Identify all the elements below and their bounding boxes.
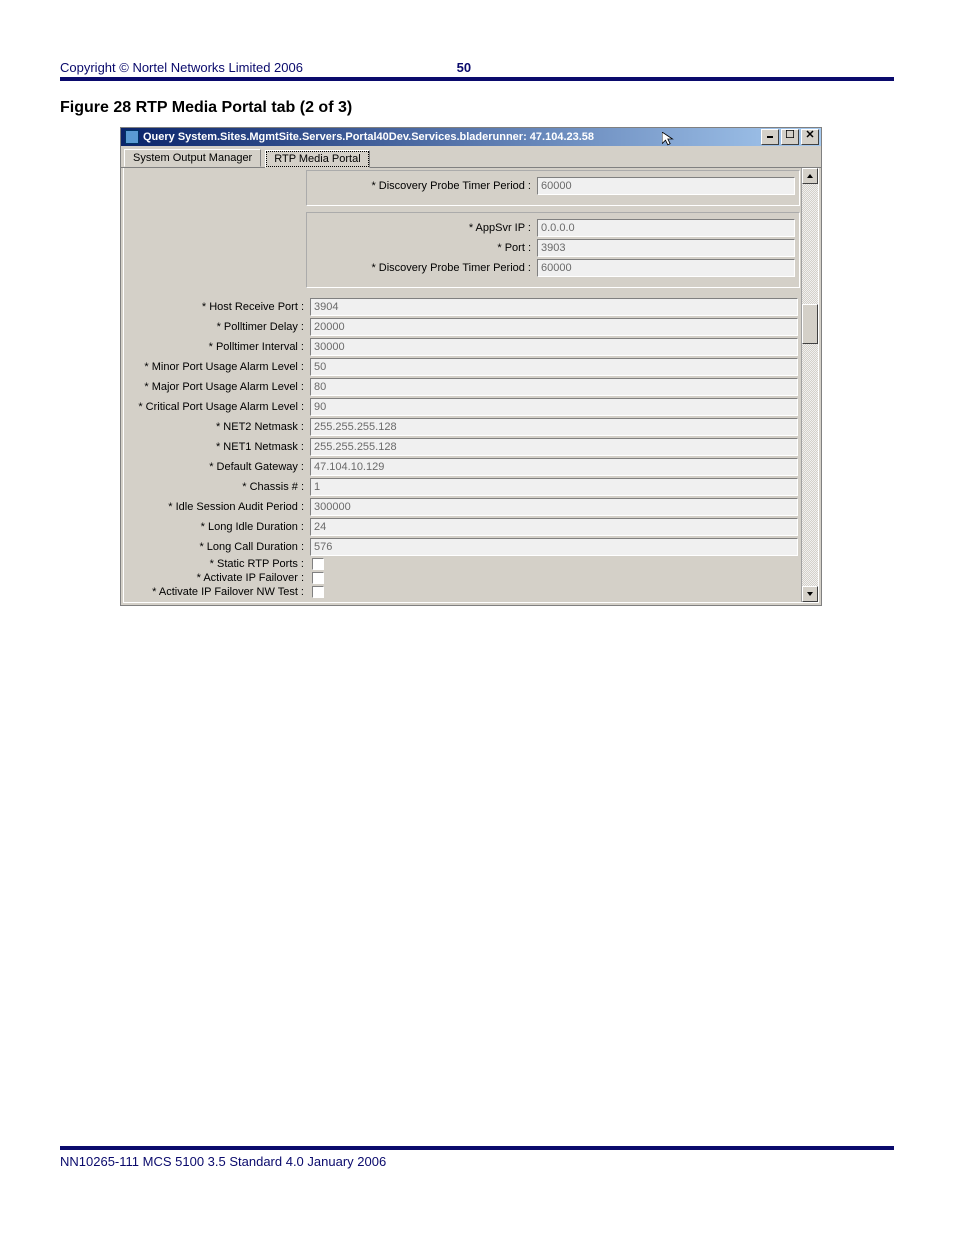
chevron-down-icon [806,590,814,598]
tabs-row: System Output Manager RTP Media Portal [121,146,821,168]
field-row: * NET2 Netmask :255.255.255.128 [128,418,798,436]
content-area: * Discovery Probe Timer Period : 60000 *… [123,168,819,603]
scrollbar [801,168,818,602]
field-row: * Default Gateway :47.104.10.129 [128,458,798,476]
page-footer: NN10265-111 MCS 5100 3.5 Standard 4.0 Ja… [60,1146,894,1169]
field-label: * Chassis # : [128,481,310,493]
checkbox[interactable] [312,586,324,598]
check-row: * Activate IP Failover : [128,572,798,584]
field-label: * Port : [311,242,537,254]
field-label: * Long Idle Duration : [128,521,310,533]
field-row: * Critical Port Usage Alarm Level :90 [128,398,798,416]
field-label: * Major Port Usage Alarm Level : [128,381,310,393]
field-value[interactable]: 90 [310,398,798,416]
scroll-up-button[interactable] [802,168,818,184]
maximize-icon [786,130,794,138]
field-row: * Polltimer Delay :20000 [128,318,798,336]
field-value[interactable]: 50 [310,358,798,376]
close-icon [806,130,814,138]
content-right: * Discovery Probe Timer Period : 60000 *… [304,168,818,602]
field-value[interactable]: 0.0.0.0 [537,219,795,237]
main-fields: * Host Receive Port :3904* Polltimer Del… [304,294,802,602]
page-header: Copyright © Nortel Networks Limited 2006… [60,60,894,81]
field-value[interactable]: 60000 [537,259,795,277]
field-label: * Discovery Probe Timer Period : [311,262,537,274]
field-label: * Critical Port Usage Alarm Level : [128,401,310,413]
check-row: * Static RTP Ports : [128,558,798,570]
field-value[interactable]: 576 [310,538,798,556]
top-group-b: * AppSvr IP : 0.0.0.0 * Port : 3903 * Di… [306,212,800,288]
page-number: 50 [457,60,471,75]
maximize-button[interactable] [781,129,799,145]
field-row: * Long Idle Duration :24 [128,518,798,536]
field-row: * Major Port Usage Alarm Level :80 [128,378,798,396]
field-label: * AppSvr IP : [311,222,537,234]
field-row: * Polltimer Interval :30000 [128,338,798,356]
field-label: * Minor Port Usage Alarm Level : [128,361,310,373]
tab-rtp-media-portal[interactable]: RTP Media Portal [265,150,369,168]
field-label: * Long Call Duration : [128,541,310,553]
field-label: * Default Gateway : [128,461,310,473]
scroll-thumb[interactable] [802,304,818,344]
title-bar: Query System.Sites.MgmtSite.Servers.Port… [121,128,821,146]
field-row: * Host Receive Port :3904 [128,298,798,316]
cursor-icon [662,132,676,146]
field-discovery-probe-b: * Discovery Probe Timer Period : 60000 [311,259,795,277]
figure-caption: Figure 28 RTP Media Portal tab (2 of 3) [60,99,894,117]
app-icon [125,130,139,144]
field-value[interactable]: 3903 [537,239,795,257]
field-value[interactable]: 20000 [310,318,798,336]
field-label: * Activate IP Failover NW Test : [128,586,310,598]
field-value[interactable]: 3904 [310,298,798,316]
field-value[interactable]: 24 [310,518,798,536]
field-value[interactable]: 300000 [310,498,798,516]
field-row: * Minor Port Usage Alarm Level :50 [128,358,798,376]
top-group-a: * Discovery Probe Timer Period : 60000 [306,170,800,206]
field-value[interactable]: 47.104.10.129 [310,458,798,476]
field-discovery-probe-a: * Discovery Probe Timer Period : 60000 [311,177,795,195]
field-label: * Discovery Probe Timer Period : [311,180,537,192]
copyright-text: Copyright © Nortel Networks Limited 2006 [60,60,303,75]
titlebar-buttons [759,129,819,145]
field-label: * Idle Session Audit Period : [128,501,310,513]
scroll-track[interactable] [802,184,818,586]
window-title: Query System.Sites.MgmtSite.Servers.Port… [143,128,594,146]
app-window: Query System.Sites.MgmtSite.Servers.Port… [120,127,822,606]
field-label: * Static RTP Ports : [128,558,310,570]
minimize-icon [766,130,774,138]
field-label: * Host Receive Port : [128,301,310,313]
field-label: * NET1 Netmask : [128,441,310,453]
field-label: * NET2 Netmask : [128,421,310,433]
chevron-up-icon [806,172,814,180]
field-value[interactable]: 255.255.255.128 [310,438,798,456]
field-label: * Polltimer Delay : [128,321,310,333]
scroll-down-button[interactable] [802,586,818,602]
field-value[interactable]: 1 [310,478,798,496]
field-row: * Chassis # :1 [128,478,798,496]
tab-system-output-manager[interactable]: System Output Manager [124,149,261,167]
field-value[interactable]: 80 [310,378,798,396]
field-row: * Idle Session Audit Period :300000 [128,498,798,516]
field-value[interactable]: 30000 [310,338,798,356]
checkbox[interactable] [312,572,324,584]
close-button[interactable] [801,129,819,145]
field-appsvr-ip: * AppSvr IP : 0.0.0.0 [311,219,795,237]
field-value[interactable]: 60000 [537,177,795,195]
field-label: * Polltimer Interval : [128,341,310,353]
checkbox[interactable] [312,558,324,570]
field-row: * Long Call Duration :576 [128,538,798,556]
minimize-button[interactable] [761,129,779,145]
figure-wrap: Query System.Sites.MgmtSite.Servers.Port… [60,127,894,606]
field-label: * Activate IP Failover : [128,572,310,584]
field-value[interactable]: 255.255.255.128 [310,418,798,436]
field-row: * NET1 Netmask :255.255.255.128 [128,438,798,456]
field-port: * Port : 3903 [311,239,795,257]
check-row: * Activate IP Failover NW Test : [128,586,798,598]
